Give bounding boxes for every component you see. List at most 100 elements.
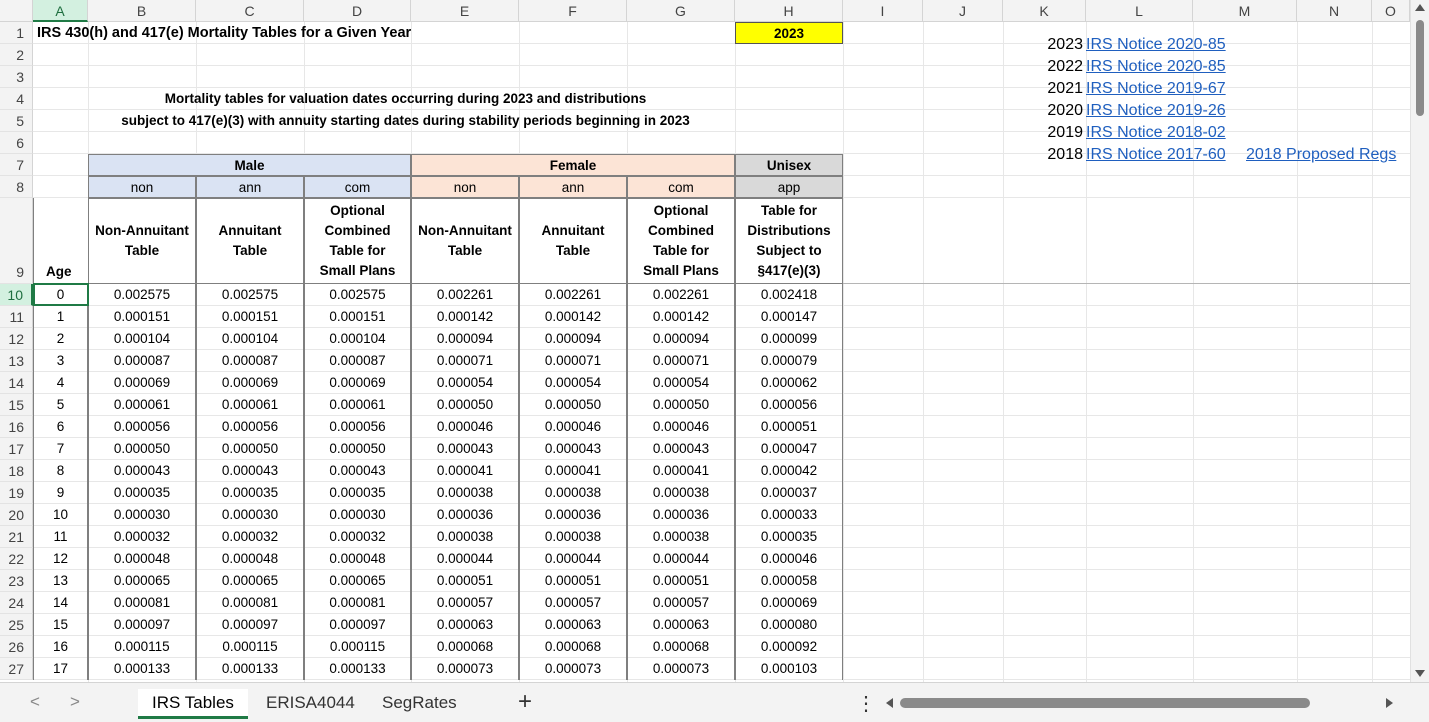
- table-cell[interactable]: 0.000050: [627, 394, 735, 416]
- row-header-12[interactable]: 12: [0, 328, 33, 350]
- table-cell[interactable]: 0.000058: [735, 570, 843, 592]
- row-header-8[interactable]: 8: [0, 176, 33, 198]
- table-cell[interactable]: 0.000094: [627, 328, 735, 350]
- table-cell[interactable]: 0.000035: [304, 482, 411, 504]
- table-cell[interactable]: 0.000081: [304, 592, 411, 614]
- row-header-17[interactable]: 17: [0, 438, 33, 460]
- table-cell[interactable]: 0.000115: [196, 636, 304, 658]
- table-cell[interactable]: 0.000073: [519, 658, 627, 680]
- group-female-header[interactable]: Female: [411, 154, 735, 176]
- select-all-corner[interactable]: [0, 0, 33, 22]
- table-cell[interactable]: 0.000079: [735, 350, 843, 372]
- row-header-20[interactable]: 20: [0, 504, 33, 526]
- table-cell[interactable]: 0.000043: [627, 438, 735, 460]
- table-cell[interactable]: 0.000035: [88, 482, 196, 504]
- code-cell-com[interactable]: com: [304, 176, 411, 198]
- row-header-27[interactable]: 27: [0, 658, 33, 680]
- table-cell[interactable]: 0.000046: [735, 548, 843, 570]
- age-cell[interactable]: 12: [33, 548, 88, 570]
- table-cell[interactable]: 0.000048: [88, 548, 196, 570]
- table-cell[interactable]: 0.000051: [519, 570, 627, 592]
- table-cell[interactable]: 0.000133: [304, 658, 411, 680]
- table-cell[interactable]: 0.002418: [735, 284, 843, 306]
- table-cell[interactable]: 0.000073: [627, 658, 735, 680]
- table-cell[interactable]: 0.000050: [196, 438, 304, 460]
- table-cell[interactable]: 0.000050: [411, 394, 519, 416]
- table-cell[interactable]: 0.000061: [88, 394, 196, 416]
- table-cell[interactable]: 0.002261: [627, 284, 735, 306]
- table-cell[interactable]: 0.000046: [411, 416, 519, 438]
- table-cell[interactable]: 0.000097: [196, 614, 304, 636]
- table-cell[interactable]: 0.000062: [735, 372, 843, 394]
- table-cell[interactable]: 0.000081: [196, 592, 304, 614]
- row-header-6[interactable]: 6: [0, 132, 33, 154]
- table-cell[interactable]: 0.000032: [196, 526, 304, 548]
- age-cell[interactable]: 14: [33, 592, 88, 614]
- table-cell[interactable]: 0.000069: [735, 592, 843, 614]
- row-header-9[interactable]: 9: [0, 198, 33, 284]
- column-header-a[interactable]: A: [33, 0, 88, 22]
- column-header-h[interactable]: H: [735, 0, 843, 22]
- table-cell[interactable]: 0.000030: [196, 504, 304, 526]
- row-header-14[interactable]: 14: [0, 372, 33, 394]
- code-cell-non[interactable]: non: [411, 176, 519, 198]
- table-cell[interactable]: 0.000094: [519, 328, 627, 350]
- table-cell[interactable]: 0.000043: [411, 438, 519, 460]
- table-cell[interactable]: 0.000051: [627, 570, 735, 592]
- code-cell-com[interactable]: com: [627, 176, 735, 198]
- notice-link[interactable]: IRS Notice 2019-26: [1086, 100, 1226, 122]
- table-cell[interactable]: 0.000047: [735, 438, 843, 460]
- tab-erisa4044[interactable]: ERISA4044: [252, 689, 369, 719]
- vertical-scrollbar[interactable]: [1410, 0, 1429, 682]
- table-cell[interactable]: 0.000038: [519, 482, 627, 504]
- table-cell[interactable]: 0.000054: [411, 372, 519, 394]
- next-sheet-button[interactable]: >: [70, 692, 80, 712]
- row-header-23[interactable]: 23: [0, 570, 33, 592]
- table-cell[interactable]: 0.000054: [627, 372, 735, 394]
- table-cell[interactable]: 0.000115: [88, 636, 196, 658]
- table-cell[interactable]: 0.000050: [88, 438, 196, 460]
- table-cell[interactable]: 0.000033: [735, 504, 843, 526]
- table-cell[interactable]: 0.000056: [88, 416, 196, 438]
- column-header-m[interactable]: M: [1193, 0, 1297, 22]
- table-cell[interactable]: 0.002575: [196, 284, 304, 306]
- table-cell[interactable]: 0.000069: [196, 372, 304, 394]
- table-cell[interactable]: 0.000061: [196, 394, 304, 416]
- table-cell[interactable]: 0.000041: [519, 460, 627, 482]
- table-cell[interactable]: 0.000046: [519, 416, 627, 438]
- table-cell[interactable]: 0.000050: [304, 438, 411, 460]
- scroll-left-arrow-icon[interactable]: [886, 698, 893, 708]
- table-cell[interactable]: 0.000056: [735, 394, 843, 416]
- table-cell[interactable]: 0.000038: [627, 482, 735, 504]
- column-header-o[interactable]: O: [1372, 0, 1410, 22]
- table-cell[interactable]: 0.000044: [411, 548, 519, 570]
- row-header-3[interactable]: 3: [0, 66, 33, 88]
- table-cell[interactable]: 0.000094: [411, 328, 519, 350]
- add-sheet-button[interactable]: +: [518, 688, 532, 716]
- table-cell[interactable]: 0.000037: [735, 482, 843, 504]
- row-header-19[interactable]: 19: [0, 482, 33, 504]
- table-cell[interactable]: 0.000057: [627, 592, 735, 614]
- age-cell[interactable]: 5: [33, 394, 88, 416]
- table-cell[interactable]: 0.000071: [519, 350, 627, 372]
- table-cell[interactable]: 0.000073: [411, 658, 519, 680]
- table-cell[interactable]: 0.000151: [304, 306, 411, 328]
- table-cell[interactable]: 0.000097: [88, 614, 196, 636]
- table-cell[interactable]: 0.000061: [304, 394, 411, 416]
- column-header-d[interactable]: D: [304, 0, 411, 22]
- proposed-regs-link[interactable]: 2018 Proposed Regs: [1246, 144, 1396, 166]
- table-cell[interactable]: 0.000063: [627, 614, 735, 636]
- table-cell[interactable]: 0.000035: [196, 482, 304, 504]
- table-cell[interactable]: 0.000032: [304, 526, 411, 548]
- notice-link[interactable]: IRS Notice 2018-02: [1086, 122, 1226, 144]
- scroll-right-arrow-icon[interactable]: [1386, 698, 1393, 708]
- column-header-c[interactable]: C: [196, 0, 304, 22]
- table-cell[interactable]: 0.000056: [196, 416, 304, 438]
- table-cell[interactable]: 0.000133: [196, 658, 304, 680]
- table-cell[interactable]: 0.000050: [519, 394, 627, 416]
- table-cell[interactable]: 0.002575: [88, 284, 196, 306]
- table-cell[interactable]: 0.000087: [88, 350, 196, 372]
- table-cell[interactable]: 0.000065: [196, 570, 304, 592]
- column-header-f[interactable]: F: [519, 0, 627, 22]
- notice-link[interactable]: IRS Notice 2017-60: [1086, 144, 1226, 166]
